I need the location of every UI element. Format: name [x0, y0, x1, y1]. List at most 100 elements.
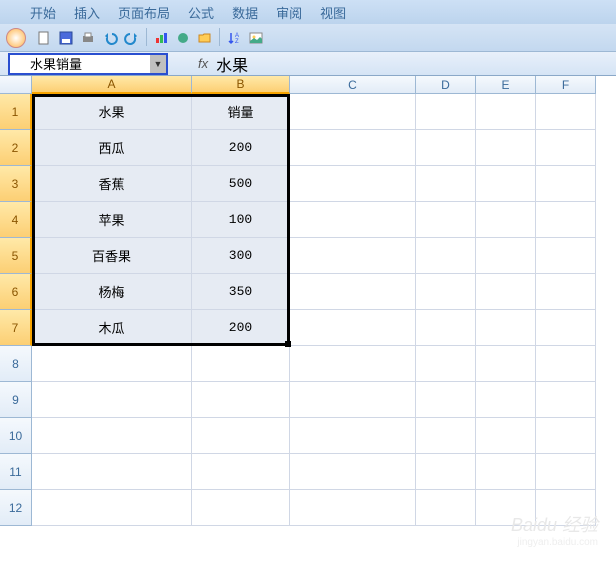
cell[interactable]	[290, 202, 416, 238]
cell[interactable]	[476, 274, 536, 310]
cell[interactable]	[416, 346, 476, 382]
cell[interactable]	[192, 454, 290, 490]
print-icon[interactable]	[78, 28, 98, 48]
chart-icon[interactable]	[151, 28, 171, 48]
row-header[interactable]: 6	[0, 274, 32, 310]
ribbon-tab[interactable]: 页面布局	[118, 3, 170, 22]
ribbon-tab[interactable]: 公式	[188, 3, 214, 22]
cell[interactable]	[536, 454, 596, 490]
row-header[interactable]: 10	[0, 418, 32, 454]
cell[interactable]	[416, 166, 476, 202]
name-box-dropdown[interactable]: ▼	[150, 55, 166, 73]
picture-icon[interactable]	[246, 28, 266, 48]
cell[interactable]	[476, 166, 536, 202]
cell[interactable]	[290, 310, 416, 346]
cells-area[interactable]: 水果销量西瓜200香蕉500苹果100百香果300杨梅350木瓜200	[32, 94, 596, 526]
cell[interactable]	[536, 310, 596, 346]
cell[interactable]: 苹果	[32, 202, 192, 238]
cell[interactable]	[476, 310, 536, 346]
row-header[interactable]: 1	[0, 94, 32, 130]
row-header[interactable]: 3	[0, 166, 32, 202]
column-header[interactable]: C	[290, 76, 416, 94]
cell[interactable]: 西瓜	[32, 130, 192, 166]
ribbon-tab[interactable]: 审阅	[276, 3, 302, 22]
cell[interactable]	[536, 202, 596, 238]
row-header[interactable]: 2	[0, 130, 32, 166]
cell[interactable]	[416, 454, 476, 490]
office-button[interactable]	[6, 28, 26, 48]
cell[interactable]	[192, 490, 290, 526]
cell[interactable]: 水果	[32, 94, 192, 130]
formula-input[interactable]: 水果	[216, 52, 248, 76]
row-header[interactable]: 7	[0, 310, 32, 346]
cell[interactable]	[290, 382, 416, 418]
open-icon[interactable]	[195, 28, 215, 48]
cell[interactable]: 100	[192, 202, 290, 238]
cell[interactable]: 杨梅	[32, 274, 192, 310]
cell[interactable]: 香蕉	[32, 166, 192, 202]
cell[interactable]: 200	[192, 310, 290, 346]
cell[interactable]	[32, 490, 192, 526]
cell[interactable]	[536, 166, 596, 202]
cell[interactable]	[536, 238, 596, 274]
cell[interactable]	[536, 418, 596, 454]
cell[interactable]	[290, 94, 416, 130]
ribbon-tab[interactable]: 开始	[30, 3, 56, 22]
row-header[interactable]: 8	[0, 346, 32, 382]
cell[interactable]	[32, 382, 192, 418]
cell[interactable]	[32, 454, 192, 490]
cell[interactable]	[476, 238, 536, 274]
cell[interactable]	[476, 490, 536, 526]
redo-icon[interactable]	[122, 28, 142, 48]
row-header[interactable]: 12	[0, 490, 32, 526]
ribbon-tab[interactable]: 视图	[320, 3, 346, 22]
cell[interactable]	[290, 274, 416, 310]
cell[interactable]	[416, 490, 476, 526]
cell[interactable]	[416, 274, 476, 310]
cell[interactable]	[290, 166, 416, 202]
ribbon-tab[interactable]: 插入	[74, 3, 100, 22]
cell[interactable]	[536, 130, 596, 166]
cell[interactable]	[416, 310, 476, 346]
cell[interactable]	[192, 418, 290, 454]
row-header[interactable]: 9	[0, 382, 32, 418]
save-icon[interactable]	[56, 28, 76, 48]
cell[interactable]	[32, 346, 192, 382]
cell[interactable]	[290, 238, 416, 274]
cell[interactable]: 500	[192, 166, 290, 202]
sort-icon[interactable]: AZ	[224, 28, 244, 48]
column-header[interactable]: F	[536, 76, 596, 94]
cell[interactable]	[536, 274, 596, 310]
fx-button[interactable]: fx	[198, 56, 208, 71]
cell[interactable]: 销量	[192, 94, 290, 130]
cell[interactable]	[416, 130, 476, 166]
column-header[interactable]: B	[192, 76, 290, 94]
cell[interactable]	[290, 130, 416, 166]
cell[interactable]: 350	[192, 274, 290, 310]
cell[interactable]	[536, 94, 596, 130]
cell[interactable]	[416, 94, 476, 130]
column-header[interactable]: D	[416, 76, 476, 94]
row-header[interactable]: 5	[0, 238, 32, 274]
cell[interactable]	[476, 94, 536, 130]
cell[interactable]	[32, 418, 192, 454]
cell[interactable]	[416, 418, 476, 454]
name-box[interactable]: 水果销量 ▼	[8, 53, 168, 75]
cell[interactable]	[416, 382, 476, 418]
cell[interactable]	[192, 382, 290, 418]
cell[interactable]	[476, 454, 536, 490]
theme-icon[interactable]	[173, 28, 193, 48]
cell[interactable]: 百香果	[32, 238, 192, 274]
column-header[interactable]: A	[32, 76, 192, 94]
column-header[interactable]: E	[476, 76, 536, 94]
select-all-corner[interactable]	[0, 76, 32, 94]
cell[interactable]	[536, 346, 596, 382]
cell[interactable]	[290, 346, 416, 382]
cell[interactable]: 木瓜	[32, 310, 192, 346]
cell[interactable]	[536, 490, 596, 526]
cell[interactable]	[476, 130, 536, 166]
cell[interactable]: 300	[192, 238, 290, 274]
ribbon-tab[interactable]: 数据	[232, 3, 258, 22]
cell[interactable]	[290, 454, 416, 490]
new-icon[interactable]	[34, 28, 54, 48]
